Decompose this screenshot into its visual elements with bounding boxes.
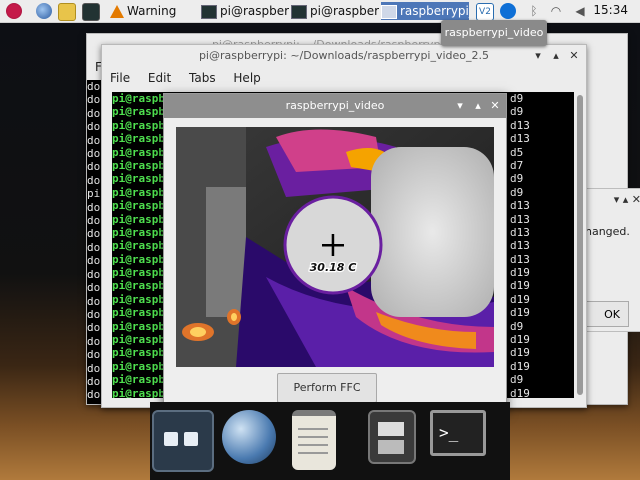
volume-icon[interactable]: ◀: [572, 3, 588, 19]
notepad-dock-icon[interactable]: [292, 410, 336, 470]
terminal-output: d19: [510, 386, 530, 398]
terminal-dock-icon[interactable]: >_: [430, 410, 486, 456]
terminal-output: d13: [510, 225, 530, 239]
terminal-output: d9: [510, 172, 524, 186]
window-title: pi@raspberrypi: ~/Downloads/raspberrypi_…: [102, 45, 586, 67]
video-title: raspberrypi_video: [285, 99, 385, 112]
raspberry-menu-icon[interactable]: [6, 3, 22, 19]
terminal-output: d7: [510, 158, 524, 172]
terminal-output: d19: [510, 279, 530, 293]
terminal-output: d19: [510, 292, 530, 306]
terminal-output: d9: [510, 185, 524, 199]
bluetooth-icon[interactable]: ᛒ: [526, 3, 542, 19]
terminal-output: d13: [510, 118, 530, 132]
task-label: pi@raspberr...: [220, 4, 289, 18]
terminal-output: d13: [510, 252, 530, 266]
terminal-output: d9: [510, 105, 524, 119]
maximize-button[interactable]: ▴: [470, 94, 486, 118]
task-label: raspberrypi_...: [400, 4, 469, 18]
warning-icon: [110, 5, 124, 18]
terminal-output: d13: [510, 212, 530, 226]
terminal-output: d13: [510, 239, 530, 253]
minimize-button[interactable]: ▾: [452, 94, 468, 118]
message-dialog: ▾ ▴ ✕ hanged. OK: [569, 188, 640, 332]
task-label: pi@raspberr...: [310, 4, 379, 18]
terminal-output: d9: [510, 319, 524, 333]
video-task[interactable]: raspberrypi_...: [381, 2, 469, 20]
terminal-output: d5: [510, 145, 524, 159]
video-window[interactable]: raspberrypi_video ▾ ▴ ✕ 30.18 C Perform …: [163, 93, 507, 411]
terminal-output: d19: [510, 333, 530, 347]
file-manager-icon[interactable]: [58, 3, 76, 21]
terminal-output: d19: [510, 266, 530, 280]
video-title-bar: raspberrypi_video ▾ ▴ ✕: [164, 94, 506, 118]
terminal-output: d19: [510, 346, 530, 360]
window-title-text: pi@raspberrypi: ~/Downloads/raspberrypi_…: [198, 49, 490, 62]
vnc-icon[interactable]: V2: [476, 3, 494, 21]
thermal-image: 30.18 C: [176, 127, 494, 367]
terminal-output: d13: [510, 132, 530, 146]
menu-file[interactable]: File: [110, 71, 130, 85]
perform-ffc-button[interactable]: Perform FFC: [277, 373, 377, 403]
wifi-icon[interactable]: ◠: [548, 3, 564, 19]
globe-dock-icon[interactable]: [222, 410, 276, 464]
terminal-output: d13: [510, 199, 530, 213]
terminal-output: d9: [510, 373, 524, 387]
close-button[interactable]: ✕: [487, 94, 503, 118]
dialog-text: hanged.: [585, 225, 630, 238]
terminal-scrollbar[interactable]: [577, 95, 583, 395]
terminal-icon[interactable]: [82, 3, 100, 21]
warning-task-label: Warning: [127, 4, 177, 18]
menu-help[interactable]: Help: [233, 71, 260, 85]
file-manager-dock-icon[interactable]: [152, 410, 214, 472]
menubar: File Edit Tabs Help: [102, 67, 586, 89]
maximize-button[interactable]: ▴: [548, 45, 564, 67]
clock: 15:34: [593, 3, 628, 17]
terminal-output: d19: [510, 306, 530, 320]
warning-task[interactable]: Warning: [110, 2, 198, 20]
menu-edit[interactable]: Edit: [148, 71, 171, 85]
dialog-buttons[interactable]: ▾ ▴ ✕: [614, 193, 640, 206]
terminal-task-2[interactable]: pi@raspberr...: [291, 2, 379, 20]
terminal-task-1[interactable]: pi@raspberr...: [201, 2, 289, 20]
terminal-output: d19: [510, 359, 530, 373]
terminal-output: d9: [510, 92, 524, 105]
task-tooltip: raspberrypi_video: [441, 20, 547, 46]
file-cabinet-dock-icon[interactable]: [368, 410, 416, 464]
web-browser-icon[interactable]: [36, 3, 52, 19]
temperature-readout: 30.18 C: [310, 261, 357, 274]
minimize-button[interactable]: ▾: [530, 45, 546, 67]
close-button[interactable]: ✕: [566, 45, 582, 67]
menu-tabs[interactable]: Tabs: [189, 71, 216, 85]
teamviewer-icon[interactable]: [500, 3, 516, 19]
